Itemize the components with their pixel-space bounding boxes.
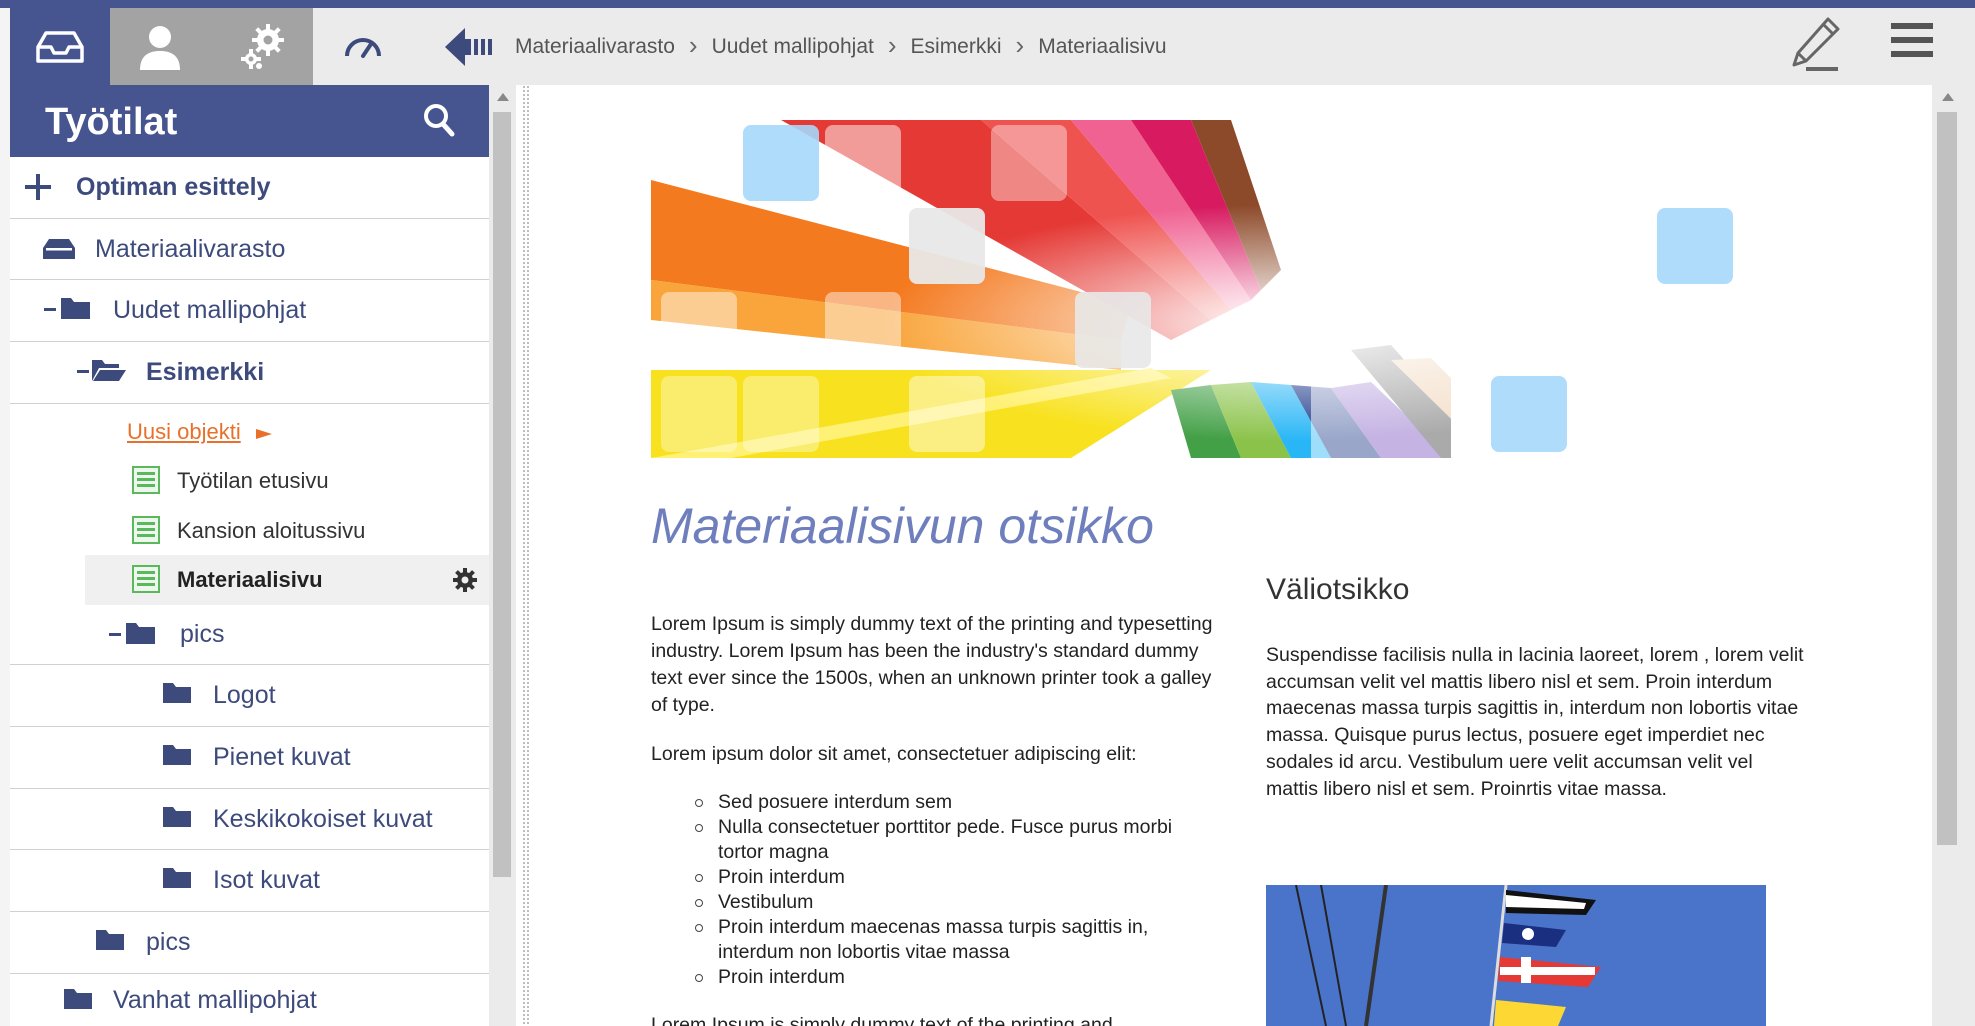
tree-item-tyotilan-etusivu[interactable]: Työtilan etusivu xyxy=(10,457,489,505)
folder-icon xyxy=(163,683,191,703)
breadcrumb-item[interactable]: Uudet mallipohjat xyxy=(712,35,874,59)
tree-item-label: Optiman esittely xyxy=(76,173,271,201)
right-paragraph: Suspendisse facilisis nulla in lacinia l… xyxy=(1266,644,1804,800)
folder-icon xyxy=(64,989,92,1009)
tab-settings[interactable] xyxy=(210,8,313,85)
tree-item-label: Isot kuvat xyxy=(213,866,320,894)
folder-icon xyxy=(96,930,124,950)
list-item: Nulla consectetuer porttitor pede. Fusce… xyxy=(691,815,1221,865)
folder-icon xyxy=(163,807,191,827)
menu-button[interactable] xyxy=(1889,21,1935,64)
tree-item-label: Uudet mallipohjat xyxy=(113,296,307,324)
paragraph: Lorem ipsum dolor sit amet, consectetuer… xyxy=(651,743,1137,765)
top-toolbar: Materiaalivarasto › Uudet mallipohjat › … xyxy=(413,8,1975,85)
tree-item-label: Esimerkki xyxy=(146,358,265,386)
sidebar-title: Työtilat xyxy=(45,101,178,143)
top-accent-bar xyxy=(0,0,1975,8)
list-item: Proin interdum xyxy=(691,965,1221,990)
splitter-grip[interactable] xyxy=(522,85,530,1026)
tree-item-label: Työtilan etusivu xyxy=(177,468,329,493)
folder-icon xyxy=(163,745,191,765)
bullet-list: Sed posuere interdum sem Nulla consectet… xyxy=(651,790,1221,990)
tree-item-label: Logot xyxy=(213,681,276,709)
page-icon xyxy=(132,516,160,544)
breadcrumb: Materiaalivarasto › Uudet mallipohjat › … xyxy=(515,8,1167,85)
tab-workspaces[interactable] xyxy=(10,8,110,85)
tree-item-label: pics xyxy=(180,620,225,648)
list-item: Proin interdum maecenas massa turpis sag… xyxy=(691,915,1221,965)
tree-item-esimerkki[interactable]: Esimerkki xyxy=(10,342,489,404)
tab-dashboard[interactable] xyxy=(313,8,413,85)
folder-icon xyxy=(44,298,90,319)
folder-icon xyxy=(163,868,191,888)
list-item: Vestibulum xyxy=(691,890,1221,915)
tree-item-label: Pienet kuvat xyxy=(213,743,351,771)
inbox-icon xyxy=(36,30,84,63)
tree-item-label: Materiaalisivu xyxy=(177,567,323,592)
breadcrumb-separator: › xyxy=(887,30,897,60)
sidebar-header: Työtilat xyxy=(10,85,489,157)
tree-item-logot[interactable]: Logot xyxy=(10,665,489,727)
drawer-icon xyxy=(43,239,75,259)
breadcrumb-separator: › xyxy=(1015,30,1025,60)
scroll-up-icon[interactable] xyxy=(1942,93,1954,101)
content-scrollbar-thumb[interactable] xyxy=(1937,112,1957,845)
user-icon xyxy=(140,25,180,70)
tree-item-label: Materiaalivarasto xyxy=(95,234,286,263)
list-item: Proin interdum xyxy=(691,865,1221,890)
page-icon xyxy=(132,565,160,593)
tree-item-materiaalisivu[interactable]: Materiaalisivu xyxy=(85,555,489,605)
hamburger-icon xyxy=(1891,23,1933,57)
tree-item-materiaalivarasto[interactable]: Materiaalivarasto xyxy=(10,219,489,280)
flags-image xyxy=(1266,885,1766,1026)
folder-open-icon xyxy=(77,360,126,381)
subheading: Väliotsikko xyxy=(1266,573,1410,606)
tree-item-optiman-esittely[interactable]: Optiman esittely xyxy=(10,157,489,219)
pencil-icon xyxy=(1792,17,1840,71)
tree-item-label: pics xyxy=(146,928,191,956)
collapse-sidebar-button[interactable] xyxy=(443,26,495,73)
left-edge xyxy=(0,8,10,1026)
gear-icon[interactable] xyxy=(453,568,477,592)
page-title: Materiaalisivun otsikko xyxy=(651,498,1154,554)
collapse-left-icon xyxy=(445,28,492,66)
tree-item-label: Vanhat mallipohjat xyxy=(113,985,317,1014)
workspace-tree: Optiman esittely Materiaalivarasto Uudet… xyxy=(10,157,489,1026)
tree-item-kansion-aloitussivu[interactable]: Kansion aloitussivu xyxy=(10,507,489,555)
tree-item-uudet-mallipohjat[interactable]: Uudet mallipohjat xyxy=(10,280,489,342)
tree-item-isot-kuvat[interactable]: Isot kuvat xyxy=(10,850,489,912)
sidebar-scrollbar-thumb[interactable] xyxy=(493,112,511,877)
tree-item-label: Kansion aloitussivu xyxy=(177,518,366,543)
plus-icon xyxy=(25,174,51,200)
scroll-up-icon[interactable] xyxy=(497,93,509,101)
tab-user[interactable] xyxy=(110,8,210,85)
edit-button[interactable] xyxy=(1788,15,1844,78)
breadcrumb-item[interactable]: Esimerkki xyxy=(911,35,1002,59)
gears-icon xyxy=(240,23,284,69)
tree-item-pienet-kuvat[interactable]: Pienet kuvat xyxy=(10,727,489,789)
breadcrumb-item[interactable]: Materiaalivarasto xyxy=(515,35,675,59)
sidebar-search-button[interactable] xyxy=(423,103,455,142)
banner-image xyxy=(651,120,1808,458)
tree-item-label: Keskikokoiset kuvat xyxy=(213,804,433,833)
paragraph: Lorem Ipsum is simply dummy text of the … xyxy=(651,1014,1113,1026)
dashboard-icon xyxy=(345,37,381,58)
search-icon xyxy=(424,104,455,137)
tree-item-vanhat-mallipohjat[interactable]: Vanhat mallipohjat xyxy=(10,974,489,1026)
arrow-right-icon xyxy=(256,429,272,439)
page-icon xyxy=(132,466,160,494)
new-object-label[interactable]: Uusi objekti xyxy=(127,419,241,445)
tree-item-pics[interactable]: pics xyxy=(10,605,489,665)
content-pane: Materiaalisivun otsikko Lorem Ipsum is s… xyxy=(536,85,1932,1026)
new-object-link[interactable]: Uusi objekti xyxy=(10,410,489,454)
folder-icon xyxy=(109,623,155,644)
breadcrumb-item[interactable]: Materiaalisivu xyxy=(1038,35,1166,59)
left-column: Lorem Ipsum is simply dummy text of the … xyxy=(651,611,1221,1026)
paragraph: Lorem Ipsum is simply dummy text of the … xyxy=(651,613,1213,716)
list-item: Sed posuere interdum sem xyxy=(691,790,1221,815)
tree-item-keskikokoiset-kuvat[interactable]: Keskikokoiset kuvat xyxy=(10,789,489,850)
tree-item-pics[interactable]: pics xyxy=(10,912,489,974)
breadcrumb-separator: › xyxy=(688,30,698,60)
